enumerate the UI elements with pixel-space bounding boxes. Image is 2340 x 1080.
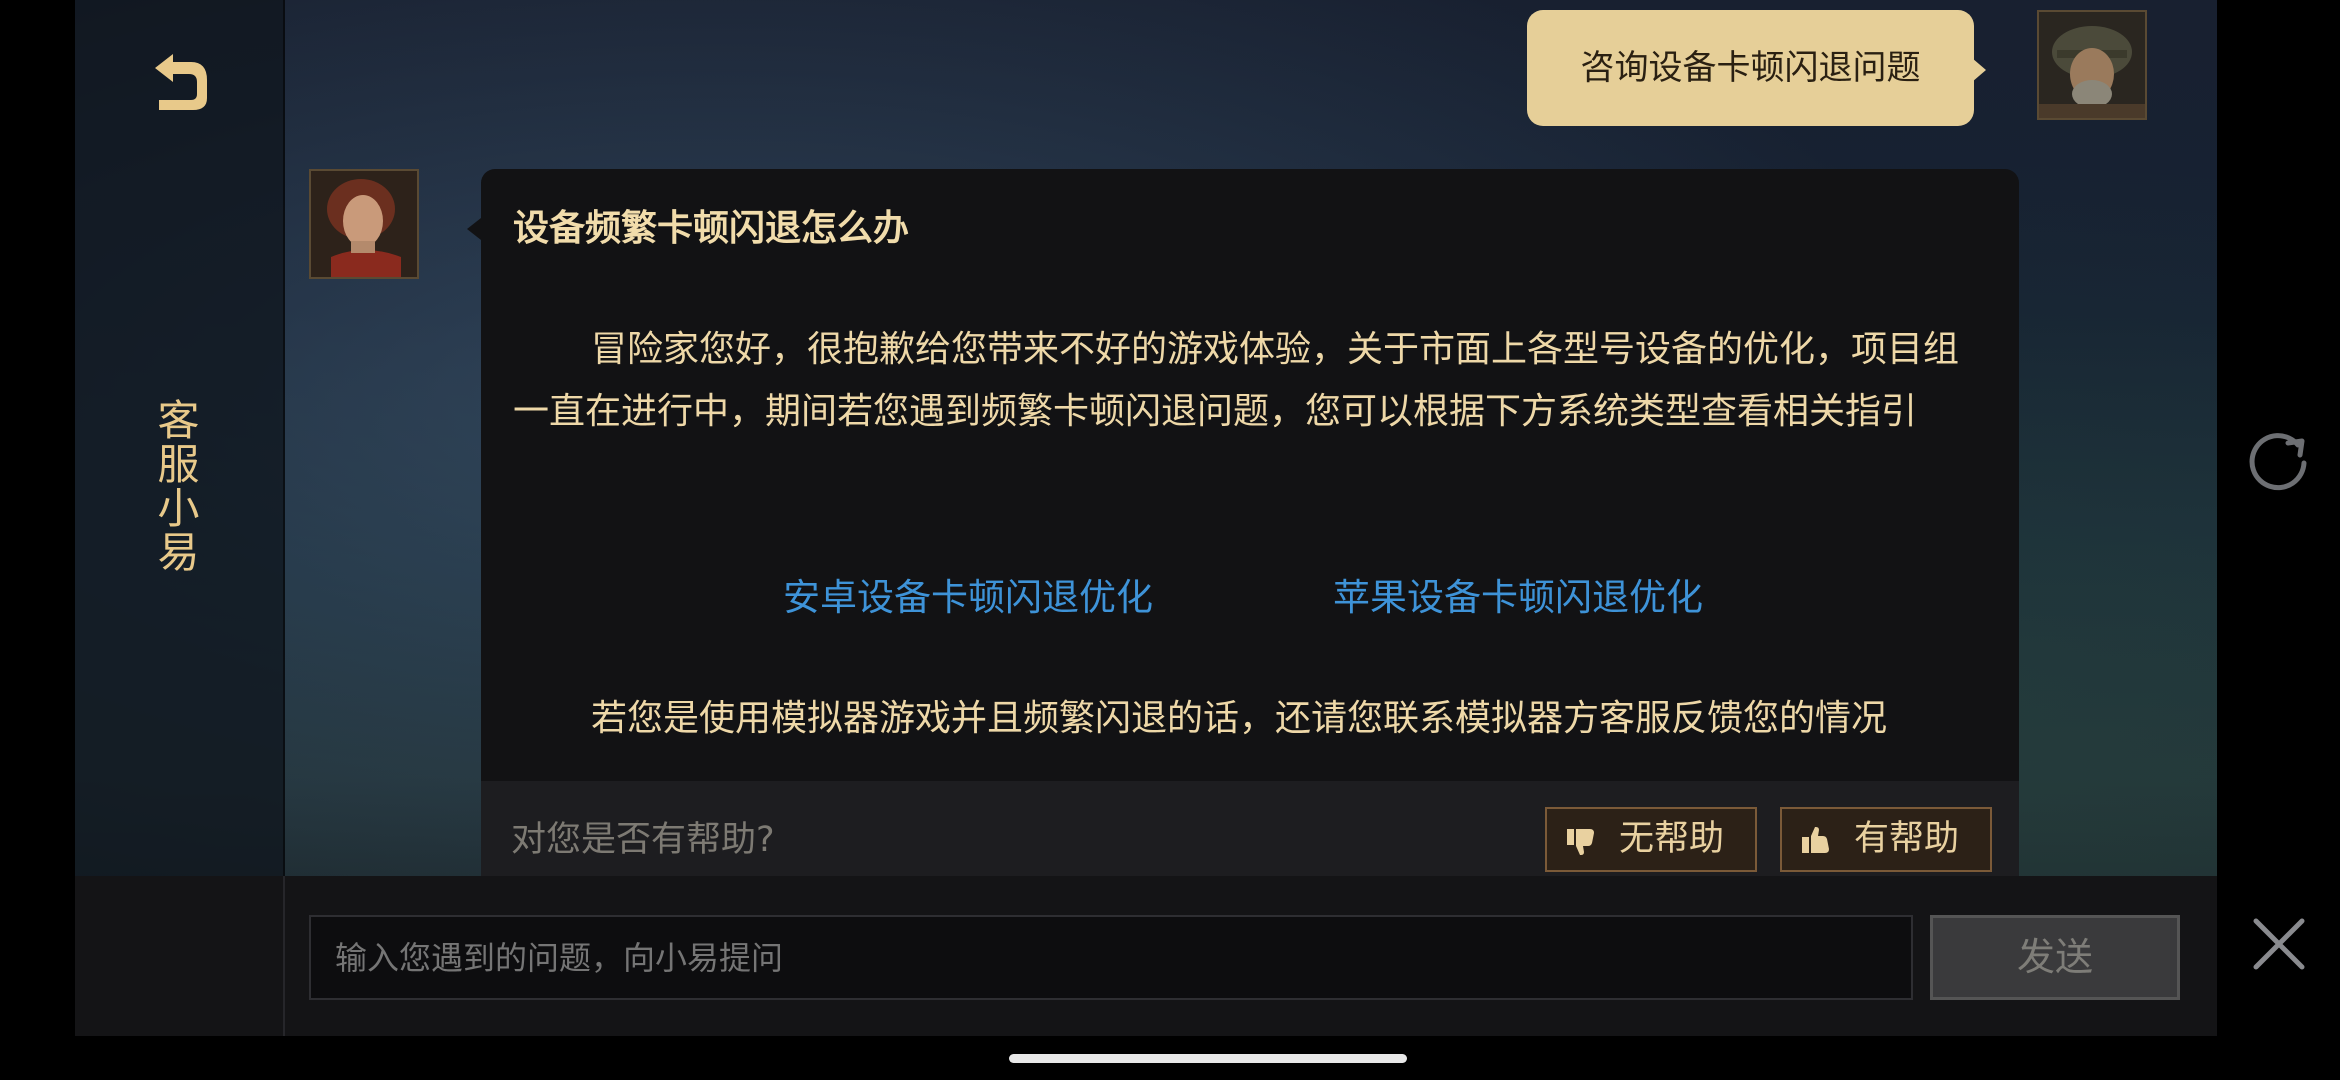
send-button[interactable]: 发送 [1930, 915, 2180, 1000]
user-message-bubble: 咨询设备卡顿闪退问题 [1527, 10, 1974, 126]
apple-optimization-link[interactable]: 苹果设备卡顿闪退优化 [1333, 567, 1703, 621]
close-icon [2253, 918, 2305, 970]
user-avatar [2037, 10, 2147, 120]
input-bar-left [75, 876, 285, 1036]
close-button[interactable] [2252, 917, 2306, 971]
home-indicator[interactable] [1009, 1054, 1407, 1063]
feedback-bar: 对您是否有帮助? 无帮助 有帮助 [481, 781, 2019, 876]
assistant-avatar [309, 169, 419, 279]
helpful-button[interactable]: 有帮助 [1780, 807, 1992, 872]
thumbs-up-icon [1802, 827, 1829, 853]
question-input[interactable] [309, 915, 1913, 1000]
refresh-button[interactable] [2246, 427, 2310, 491]
user-bubble-tail [1972, 58, 1986, 82]
back-arrow-icon [155, 54, 207, 110]
back-button[interactable] [145, 48, 213, 116]
refresh-icon [2249, 433, 2307, 491]
helpful-label: 有帮助 [1854, 819, 1960, 859]
not-helpful-button[interactable]: 无帮助 [1545, 807, 1757, 872]
answer-links: 安卓设备卡顿闪退优化 苹果设备卡顿闪退优化 [481, 567, 2019, 627]
bot-card-tail [467, 218, 481, 240]
not-helpful-label: 无帮助 [1619, 819, 1725, 859]
emulator-note: 若您是使用模拟器游戏并且频繁闪退的话，还请您联系模拟器方客服反馈您的情况 [591, 698, 1888, 739]
feedback-question: 对您是否有帮助? [511, 820, 775, 860]
android-optimization-link[interactable]: 安卓设备卡顿闪退优化 [783, 567, 1153, 621]
answer-title: 设备频繁卡顿闪退怎么办 [513, 208, 910, 249]
thumbs-down-icon [1567, 829, 1594, 855]
sidebar-title: 客服小易 [151, 398, 200, 574]
answer-paragraph: 冒险家您好，很抱歉给您带来不好的游戏体验，关于市面上各型号设备的优化，项目组一直… [513, 329, 1960, 432]
bot-answer-card: 设备频繁卡顿闪退怎么办 冒险家您好，很抱歉给您带来不好的游戏体验，关于市面上各型… [481, 169, 2019, 781]
